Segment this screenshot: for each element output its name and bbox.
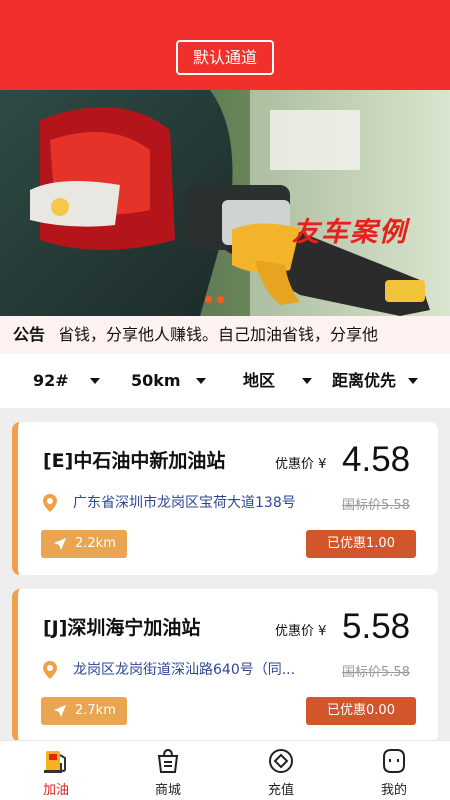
- banner-image: [0, 90, 450, 316]
- distance-label: 2.7km: [75, 703, 116, 718]
- discount-badge[interactable]: 已优惠1.00: [306, 530, 416, 558]
- notice-marquee-text: 省钱，分享他人赚钱。自己加油省钱，分享他: [58, 325, 379, 344]
- station-name: [E]中石油中新加油站: [43, 450, 226, 472]
- tab-recharge[interactable]: 充值: [225, 741, 337, 800]
- discount-price: 5.58: [342, 607, 411, 646]
- tab-recharge-label: 充值: [267, 783, 294, 798]
- filter-fuel-grade[interactable]: 92#: [33, 354, 69, 408]
- location-pin-icon: [43, 494, 57, 512]
- tab-mall-label: 商城: [154, 783, 181, 798]
- chevron-down-icon: [196, 378, 206, 384]
- chevron-down-icon: [90, 378, 100, 384]
- navigate-distance-button[interactable]: 2.7km: [41, 697, 127, 725]
- station-card[interactable]: [J]深圳海宁加油站 优惠价 ¥ 5.58 龙岗区龙岗街道深汕路640号（同..…: [12, 589, 438, 740]
- tab-refuel-label: 加油: [42, 783, 69, 798]
- navigation-arrow-icon: [54, 705, 66, 717]
- station-address: 龙岗区龙岗街道深汕路640号（同...: [73, 662, 296, 678]
- chevron-down-icon: [408, 378, 418, 384]
- tab-refuel[interactable]: 加油: [0, 741, 112, 800]
- tab-profile-label: 我的: [380, 783, 407, 798]
- chevron-down-icon: [302, 378, 312, 384]
- filter-fuel-grade-label: 92#: [33, 371, 69, 390]
- distance-label: 2.2km: [75, 536, 116, 551]
- station-card[interactable]: [E]中石油中新加油站 优惠价 ¥ 4.58 广东省深圳市龙岗区宝荷大道138号…: [12, 422, 438, 575]
- discount-badge[interactable]: 已优惠0.00: [306, 697, 416, 725]
- banner-title: 友车案例: [292, 217, 408, 248]
- carousel-dot[interactable]: [217, 296, 224, 303]
- standard-price: 国标价5.58: [342, 498, 410, 513]
- filter-region-label: 地区: [243, 371, 276, 390]
- location-pin-icon: [43, 661, 57, 679]
- filter-sort[interactable]: 距离优先: [332, 354, 396, 408]
- discount-price: 4.58: [342, 440, 411, 479]
- station-address: 广东省深圳市龙岗区宝荷大道138号: [73, 495, 296, 511]
- shopping-bag-icon: [157, 748, 179, 773]
- station-name: [J]深圳海宁加油站: [43, 617, 201, 639]
- fuel-pump-icon: [44, 751, 66, 773]
- notice-bar[interactable]: 公告 省钱，分享他人赚钱。自己加油省钱，分享他: [0, 316, 450, 354]
- recharge-icon: [269, 749, 293, 773]
- station-list[interactable]: [E]中石油中新加油站 优惠价 ¥ 4.58 广东省深圳市龙岗区宝荷大道138号…: [0, 408, 450, 740]
- discount-price-label: 优惠价 ¥: [275, 624, 327, 639]
- default-channel-button[interactable]: 默认通道: [176, 40, 274, 75]
- bottom-tab-bar: 加油 商城 充值 我的: [0, 740, 450, 800]
- discount-price-label: 优惠价 ¥: [275, 457, 327, 472]
- filter-region[interactable]: 地区: [243, 354, 275, 408]
- profile-icon: [383, 749, 405, 773]
- tab-mall[interactable]: 商城: [112, 741, 224, 800]
- navigate-distance-button[interactable]: 2.2km: [41, 530, 127, 558]
- notice-label: 公告: [0, 316, 60, 354]
- navigation-arrow-icon: [54, 538, 66, 550]
- carousel-dot[interactable]: [205, 296, 212, 303]
- tab-profile[interactable]: 我的: [338, 741, 450, 800]
- filter-range[interactable]: 50km: [131, 354, 181, 408]
- promo-banner[interactable]: 友车案例: [0, 90, 450, 316]
- filter-bar: 92# 50km 地区 距离优先: [0, 354, 450, 408]
- top-header: 默认通道: [0, 0, 450, 90]
- filter-sort-label: 距离优先: [332, 371, 397, 390]
- filter-range-label: 50km: [131, 371, 181, 390]
- standard-price: 国标价5.58: [342, 665, 410, 680]
